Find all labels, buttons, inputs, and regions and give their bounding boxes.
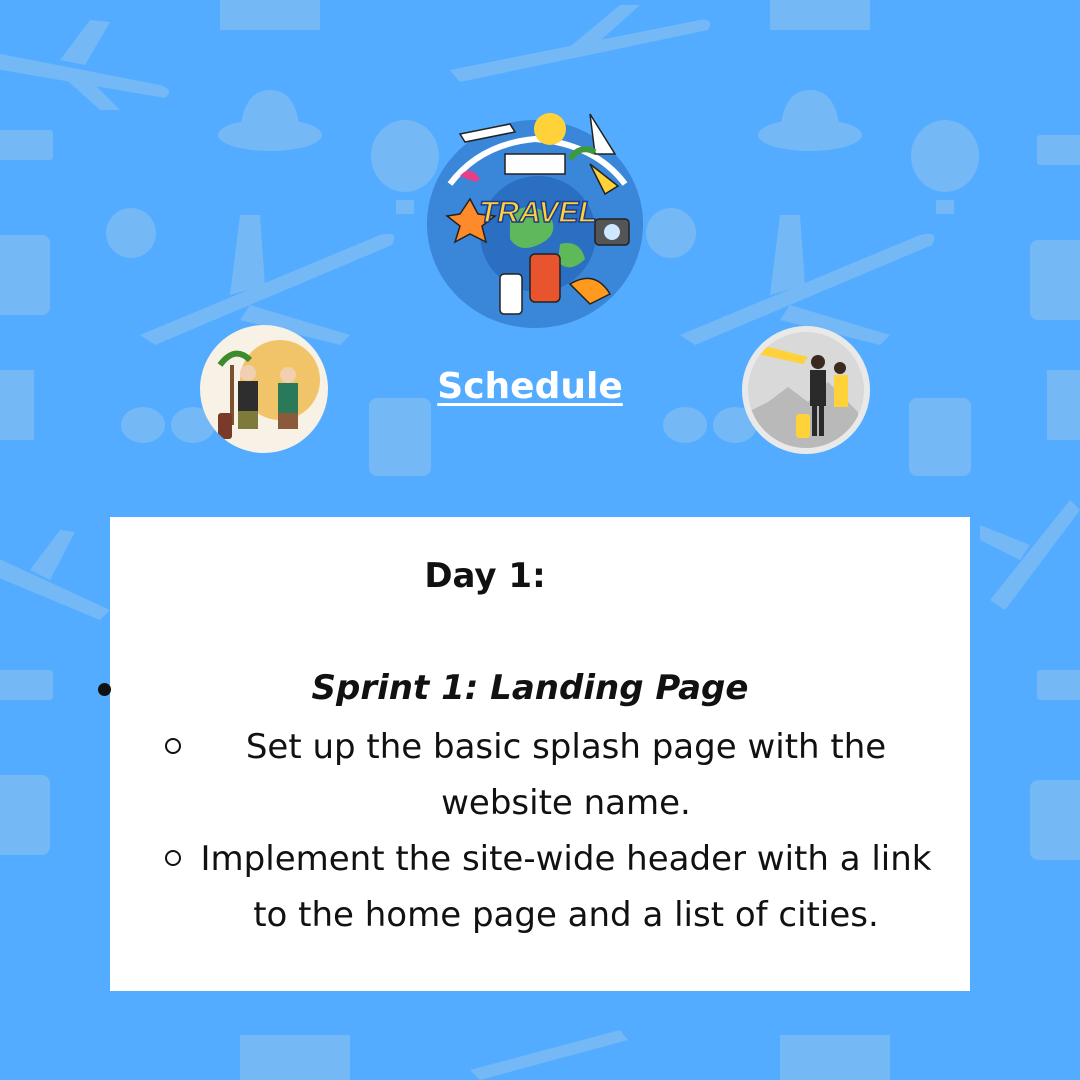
bullet-dot [98,683,111,696]
day-title: Day 1: [424,556,546,596]
sub-bullet-circle [165,850,181,866]
suitcase-icon [0,775,50,855]
map-icon [220,0,320,30]
compass-icon [646,208,696,258]
ticket-icon [1037,670,1080,700]
compass-icon [106,208,156,258]
wallet-icon [909,398,971,476]
sub-bullet-circle [165,738,181,754]
airplane-icon [980,500,1080,610]
sprint-title: Sprint 1: Landing Page [311,668,749,708]
hat-icon [218,90,322,151]
map-icon [0,370,34,440]
travel-logo-text: TRAVEL [479,196,597,229]
suitcase-icon [0,235,50,315]
ticket-icon [0,130,53,160]
task-item: Set up the basic splash page with the we… [245,727,887,823]
travel-logo: TRAVEL [427,113,643,328]
ticket-icon [1037,135,1080,165]
airplane-icon [0,530,110,620]
task-item: Implement the site-wide header with a li… [200,839,932,935]
map-icon [1047,370,1080,440]
hat-icon [758,90,862,151]
couple-beach-badge [200,325,328,453]
map-icon [770,0,870,30]
suitcase-icon [1030,240,1080,320]
hot-air-balloon-icon [911,120,979,214]
airplane-icon [0,20,169,110]
suitcase-icon [1030,780,1080,860]
schedule-heading: Schedule [437,366,623,407]
airplane-icon [450,5,711,82]
ticket-icon [0,670,53,700]
travelers-plane-badge [742,326,870,454]
map-icon [780,1035,890,1080]
airplane-icon [470,1030,628,1080]
map-icon [240,1035,350,1080]
